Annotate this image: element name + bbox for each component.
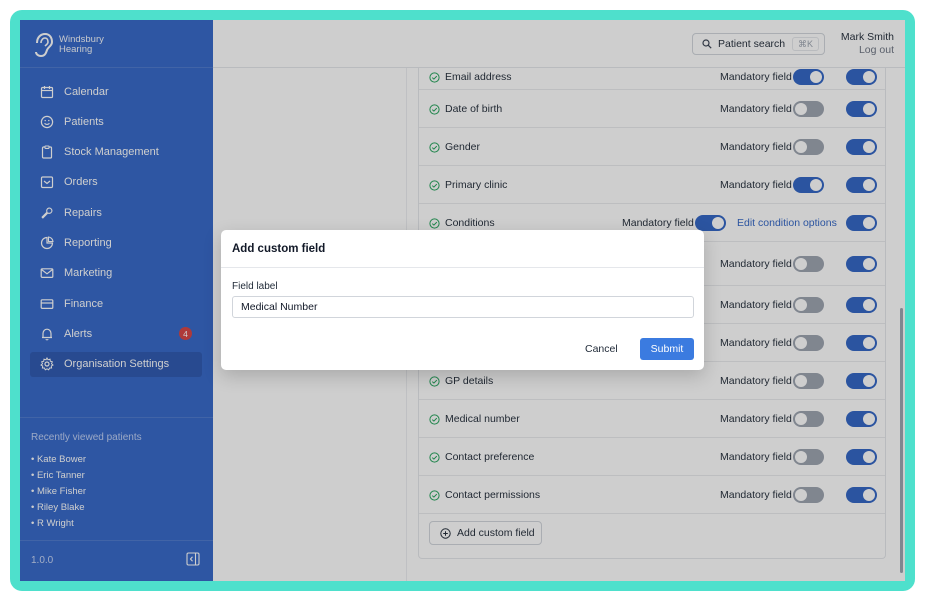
dialog-title: Add custom field xyxy=(232,243,326,255)
app-window: Windsbury Hearing Calendar Patients Stoc… xyxy=(20,20,905,581)
field-label-caption: Field label xyxy=(232,281,278,292)
cancel-button[interactable]: Cancel xyxy=(585,338,618,360)
divider xyxy=(221,267,704,268)
add-custom-field-dialog: Add custom field Field label Cancel Subm… xyxy=(221,230,704,370)
field-label-input[interactable] xyxy=(232,296,694,318)
submit-button[interactable]: Submit xyxy=(640,338,694,360)
